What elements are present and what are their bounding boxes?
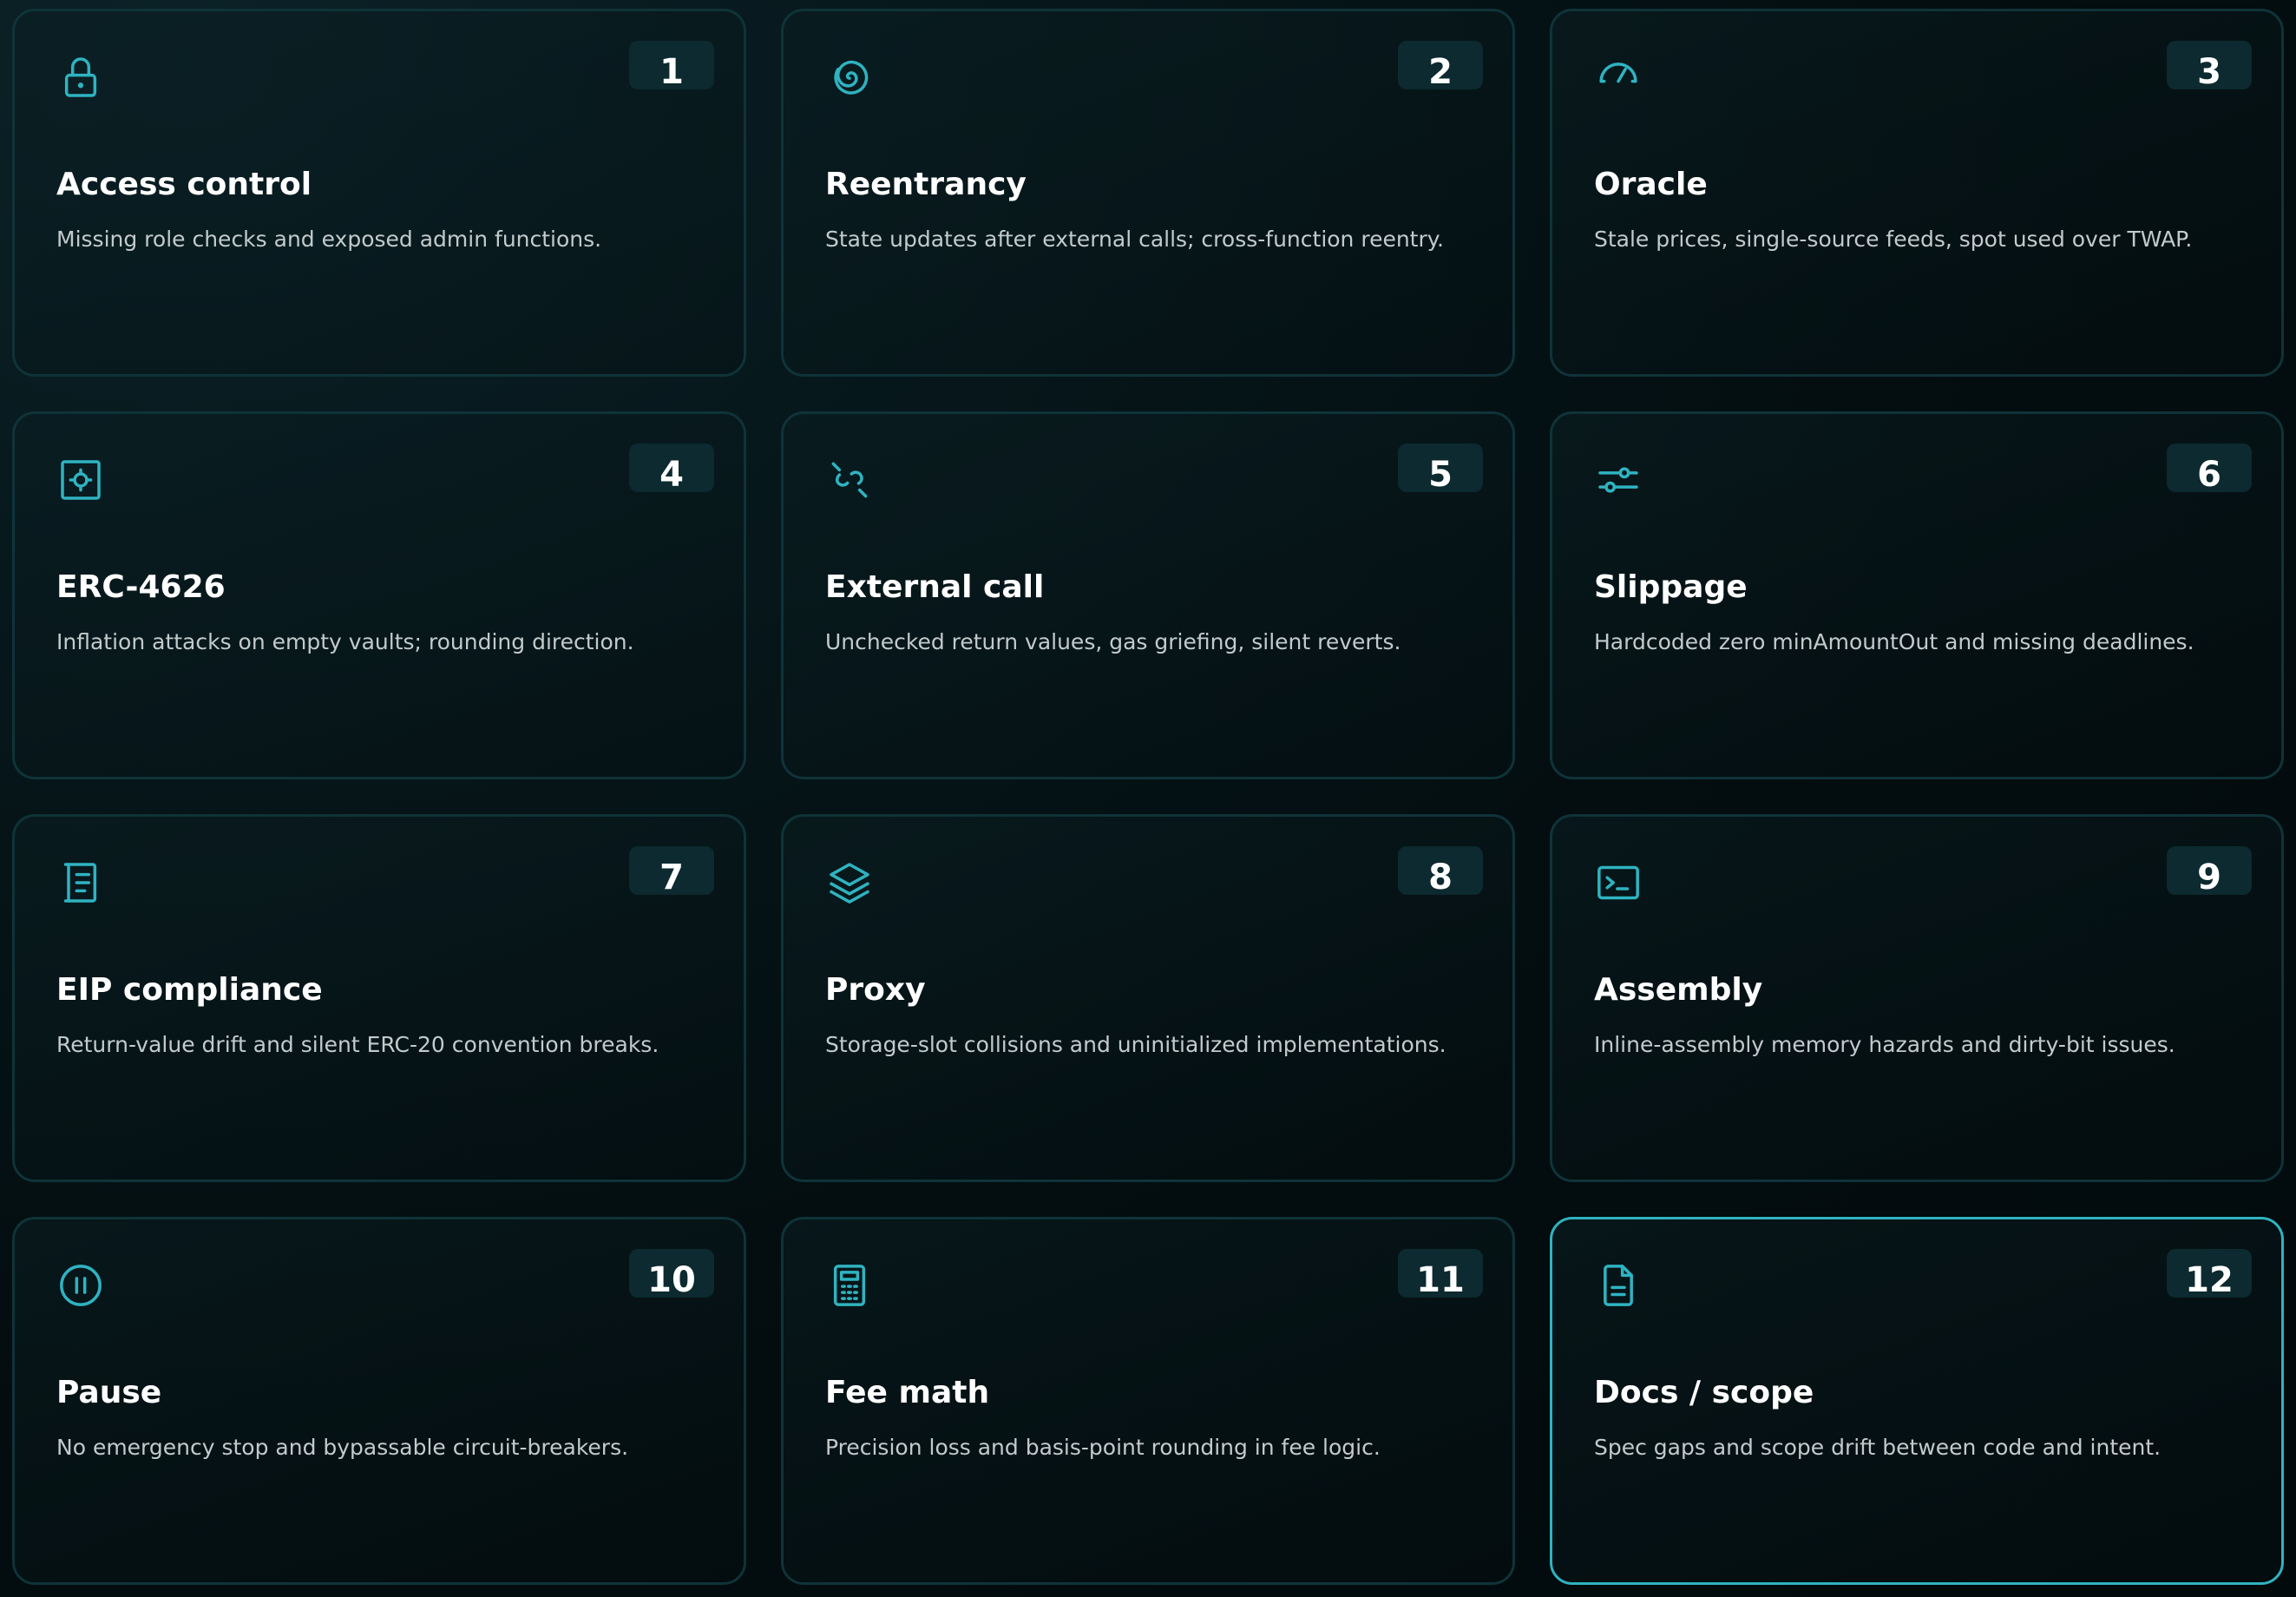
card-title: Slippage (1594, 569, 1748, 605)
layers-icon (825, 858, 874, 907)
card-assembly[interactable]: 9 Assembly Inline-assembly memory hazard… (1550, 814, 2284, 1182)
unlink-icon (825, 456, 874, 504)
card-erc-4626[interactable]: 4 ERC-4626 Inflation attacks on empty va… (12, 411, 746, 779)
terminal-icon (1594, 858, 1643, 907)
card-description: No emergency stop and bypassable circuit… (56, 1435, 629, 1460)
card-number-badge: 12 (2167, 1249, 2252, 1300)
card-number-badge: 5 (1398, 444, 1483, 495)
card-external-call[interactable]: 5 External call Unchecked return values,… (781, 411, 1515, 779)
card-number-badge: 4 (629, 444, 714, 495)
vault-icon (56, 456, 105, 504)
calculator-icon (825, 1261, 874, 1310)
card-number-badge: 10 (629, 1249, 714, 1300)
card-title: Reentrancy (825, 167, 1027, 202)
card-title: Docs / scope (1594, 1375, 1814, 1410)
card-description: Inflation attacks on empty vaults; round… (56, 629, 634, 654)
card-number-badge: 2 (1398, 41, 1483, 92)
card-title: Fee math (825, 1375, 990, 1410)
card-oracle[interactable]: 3 Oracle Stale prices, single-source fee… (1550, 9, 2284, 377)
card-title: Access control (56, 167, 312, 202)
scroll-icon (56, 858, 105, 907)
card-number-badge: 9 (2167, 846, 2252, 897)
lock-icon (56, 53, 105, 102)
card-title: Oracle (1594, 167, 1708, 202)
card-docs-scope[interactable]: 12 Docs / scope Spec gaps and scope drif… (1550, 1217, 2284, 1585)
card-pause[interactable]: 10 Pause No emergency stop and bypassabl… (12, 1217, 746, 1585)
card-eip-compliance[interactable]: 7 EIP compliance Return-value drift and … (12, 814, 746, 1182)
card-description: Precision loss and basis-point rounding … (825, 1435, 1381, 1460)
card-title: EIP compliance (56, 972, 323, 1008)
card-description: Spec gaps and scope drift between code a… (1594, 1435, 2162, 1460)
card-proxy[interactable]: 8 Proxy Storage-slot collisions and unin… (781, 814, 1515, 1182)
card-fee-math[interactable]: 11 Fee math Precision loss and basis-poi… (781, 1217, 1515, 1585)
gauge-icon (1594, 53, 1643, 102)
card-description: State updates after external calls; cros… (825, 227, 1444, 252)
card-description: Hardcoded zero minAmountOut and missing … (1594, 629, 2194, 654)
card-description: Stale prices, single-source feeds, spot … (1594, 227, 2193, 252)
card-description: Storage-slot collisions and uninitialize… (825, 1032, 1446, 1057)
card-number-badge: 1 (629, 41, 714, 92)
card-reentrancy[interactable]: 2 Reentrancy State updates after externa… (781, 9, 1515, 377)
card-access-control[interactable]: 1 Access control Missing role checks and… (12, 9, 746, 377)
card-number-badge: 11 (1398, 1249, 1483, 1300)
card-number-badge: 6 (2167, 444, 2252, 495)
card-description: Inline-assembly memory hazards and dirty… (1594, 1032, 2175, 1057)
card-number-badge: 7 (629, 846, 714, 897)
card-title: Assembly (1594, 972, 1763, 1008)
card-description: Unchecked return values, gas griefing, s… (825, 629, 1401, 654)
card-description: Return-value drift and silent ERC-20 con… (56, 1032, 659, 1057)
document-icon (1594, 1261, 1643, 1310)
category-grid: 1 Access control Missing role checks and… (12, 9, 2284, 1585)
card-title: Pause (56, 1375, 162, 1410)
card-description: Missing role checks and exposed admin fu… (56, 227, 602, 252)
card-number-badge: 8 (1398, 846, 1483, 897)
pause-icon (56, 1261, 105, 1310)
spiral-icon (825, 53, 874, 102)
card-title: ERC-4626 (56, 569, 226, 605)
sliders-icon (1594, 456, 1643, 504)
card-number-badge: 3 (2167, 41, 2252, 92)
card-title: Proxy (825, 972, 926, 1008)
card-slippage[interactable]: 6 Slippage Hardcoded zero minAmountOut a… (1550, 411, 2284, 779)
card-title: External call (825, 569, 1045, 605)
